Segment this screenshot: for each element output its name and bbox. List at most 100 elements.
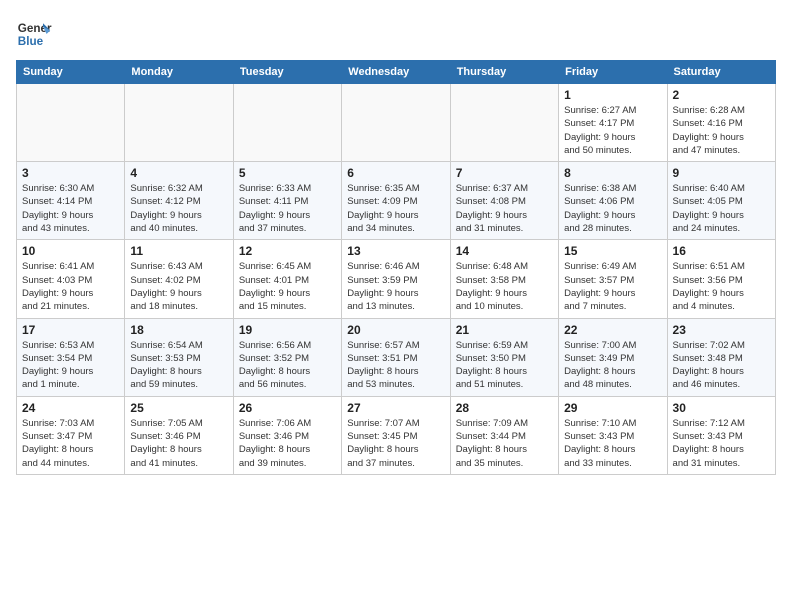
calendar-cell: 19 Sunrise: 6:56 AM Sunset: 3:52 PM Dayli… (233, 318, 341, 396)
calendar-cell (450, 84, 558, 162)
calendar-cell: 26 Sunrise: 7:06 AM Sunset: 3:46 PM Dayli… (233, 396, 341, 474)
day-info: Sunrise: 6:45 AM Sunset: 4:01 PM Dayligh… (239, 260, 336, 313)
calendar-cell: 24 Sunrise: 7:03 AM Sunset: 3:47 PM Dayli… (17, 396, 125, 474)
col-header-friday: Friday (559, 61, 667, 84)
day-number: 11 (130, 244, 227, 258)
day-number: 22 (564, 323, 661, 337)
calendar-cell: 4Sunrise: 6:32 AM Sunset: 4:12 PM Daylig… (125, 162, 233, 240)
day-number: 26 (239, 401, 336, 415)
calendar-cell: 8Sunrise: 6:38 AM Sunset: 4:06 PM Daylig… (559, 162, 667, 240)
day-number: 19 (239, 323, 336, 337)
calendar-cell: 1Sunrise: 6:27 AM Sunset: 4:17 PM Daylig… (559, 84, 667, 162)
day-info: Sunrise: 7:03 AM Sunset: 3:47 PM Dayligh… (22, 417, 119, 470)
day-number: 2 (673, 88, 770, 102)
calendar-cell: 2 Sunrise: 6:28 AM Sunset: 4:16 PM Daylig… (667, 84, 775, 162)
logo-icon: General Blue (16, 16, 52, 52)
calendar-cell: 25Sunrise: 7:05 AM Sunset: 3:46 PM Dayli… (125, 396, 233, 474)
day-number: 20 (347, 323, 444, 337)
day-number: 7 (456, 166, 553, 180)
svg-text:Blue: Blue (18, 35, 44, 48)
calendar-cell: 27Sunrise: 7:07 AM Sunset: 3:45 PM Dayli… (342, 396, 450, 474)
calendar-cell: 28 Sunrise: 7:09 AM Sunset: 3:44 PM Dayli… (450, 396, 558, 474)
day-number: 28 (456, 401, 553, 415)
calendar-cell: 7Sunrise: 6:37 AM Sunset: 4:08 PM Daylig… (450, 162, 558, 240)
day-info: Sunrise: 6:59 AM Sunset: 3:50 PM Dayligh… (456, 339, 553, 392)
calendar-cell: 3 Sunrise: 6:30 AM Sunset: 4:14 PM Daylig… (17, 162, 125, 240)
day-info: Sunrise: 6:28 AM Sunset: 4:16 PM Dayligh… (673, 104, 770, 157)
day-info: Sunrise: 7:06 AM Sunset: 3:46 PM Dayligh… (239, 417, 336, 470)
calendar-cell: 6Sunrise: 6:35 AM Sunset: 4:09 PM Daylig… (342, 162, 450, 240)
day-info: Sunrise: 7:12 AM Sunset: 3:43 PM Dayligh… (673, 417, 770, 470)
day-number: 9 (673, 166, 770, 180)
calendar-cell: 15 Sunrise: 6:49 AM Sunset: 3:57 PM Dayli… (559, 240, 667, 318)
day-info: Sunrise: 6:53 AM Sunset: 3:54 PM Dayligh… (22, 339, 119, 392)
day-number: 3 (22, 166, 119, 180)
day-number: 14 (456, 244, 553, 258)
day-number: 17 (22, 323, 119, 337)
calendar-cell (125, 84, 233, 162)
day-number: 1 (564, 88, 661, 102)
calendar: SundayMondayTuesdayWednesdayThursdayFrid… (16, 60, 776, 475)
day-number: 23 (673, 323, 770, 337)
week-row-4: 24 Sunrise: 7:03 AM Sunset: 3:47 PM Dayli… (17, 396, 776, 474)
day-info: Sunrise: 6:57 AM Sunset: 3:51 PM Dayligh… (347, 339, 444, 392)
calendar-cell: 11 Sunrise: 6:43 AM Sunset: 4:02 PM Dayli… (125, 240, 233, 318)
day-number: 24 (22, 401, 119, 415)
day-number: 21 (456, 323, 553, 337)
day-info: Sunrise: 6:38 AM Sunset: 4:06 PM Dayligh… (564, 182, 661, 235)
day-number: 12 (239, 244, 336, 258)
calendar-cell (17, 84, 125, 162)
day-info: Sunrise: 6:35 AM Sunset: 4:09 PM Dayligh… (347, 182, 444, 235)
col-header-tuesday: Tuesday (233, 61, 341, 84)
calendar-cell: 10Sunrise: 6:41 AM Sunset: 4:03 PM Dayli… (17, 240, 125, 318)
week-row-1: 3 Sunrise: 6:30 AM Sunset: 4:14 PM Daylig… (17, 162, 776, 240)
day-info: Sunrise: 6:51 AM Sunset: 3:56 PM Dayligh… (673, 260, 770, 313)
day-info: Sunrise: 6:49 AM Sunset: 3:57 PM Dayligh… (564, 260, 661, 313)
week-row-0: 1Sunrise: 6:27 AM Sunset: 4:17 PM Daylig… (17, 84, 776, 162)
calendar-cell: 17 Sunrise: 6:53 AM Sunset: 3:54 PM Dayli… (17, 318, 125, 396)
day-info: Sunrise: 6:48 AM Sunset: 3:58 PM Dayligh… (456, 260, 553, 313)
day-number: 27 (347, 401, 444, 415)
calendar-cell: 29Sunrise: 7:10 AM Sunset: 3:43 PM Dayli… (559, 396, 667, 474)
day-info: Sunrise: 7:02 AM Sunset: 3:48 PM Dayligh… (673, 339, 770, 392)
day-info: Sunrise: 6:33 AM Sunset: 4:11 PM Dayligh… (239, 182, 336, 235)
col-header-wednesday: Wednesday (342, 61, 450, 84)
day-number: 30 (673, 401, 770, 415)
calendar-cell (342, 84, 450, 162)
col-header-sunday: Sunday (17, 61, 125, 84)
day-info: Sunrise: 6:43 AM Sunset: 4:02 PM Dayligh… (130, 260, 227, 313)
calendar-cell: 18 Sunrise: 6:54 AM Sunset: 3:53 PM Dayli… (125, 318, 233, 396)
day-info: Sunrise: 7:10 AM Sunset: 3:43 PM Dayligh… (564, 417, 661, 470)
week-row-3: 17 Sunrise: 6:53 AM Sunset: 3:54 PM Dayli… (17, 318, 776, 396)
day-info: Sunrise: 7:09 AM Sunset: 3:44 PM Dayligh… (456, 417, 553, 470)
header: General Blue (16, 16, 776, 52)
calendar-cell: 23 Sunrise: 7:02 AM Sunset: 3:48 PM Dayli… (667, 318, 775, 396)
day-info: Sunrise: 6:54 AM Sunset: 3:53 PM Dayligh… (130, 339, 227, 392)
logo: General Blue (16, 16, 52, 52)
day-number: 25 (130, 401, 227, 415)
calendar-cell: 12 Sunrise: 6:45 AM Sunset: 4:01 PM Dayli… (233, 240, 341, 318)
day-number: 16 (673, 244, 770, 258)
calendar-cell: 13 Sunrise: 6:46 AM Sunset: 3:59 PM Dayli… (342, 240, 450, 318)
day-info: Sunrise: 6:40 AM Sunset: 4:05 PM Dayligh… (673, 182, 770, 235)
col-header-thursday: Thursday (450, 61, 558, 84)
day-number: 4 (130, 166, 227, 180)
day-info: Sunrise: 6:56 AM Sunset: 3:52 PM Dayligh… (239, 339, 336, 392)
calendar-header-row: SundayMondayTuesdayWednesdayThursdayFrid… (17, 61, 776, 84)
day-number: 10 (22, 244, 119, 258)
day-number: 5 (239, 166, 336, 180)
day-number: 15 (564, 244, 661, 258)
day-info: Sunrise: 6:46 AM Sunset: 3:59 PM Dayligh… (347, 260, 444, 313)
day-number: 18 (130, 323, 227, 337)
calendar-cell: 14 Sunrise: 6:48 AM Sunset: 3:58 PM Dayli… (450, 240, 558, 318)
calendar-cell: 21 Sunrise: 6:59 AM Sunset: 3:50 PM Dayli… (450, 318, 558, 396)
day-number: 13 (347, 244, 444, 258)
day-info: Sunrise: 6:30 AM Sunset: 4:14 PM Dayligh… (22, 182, 119, 235)
calendar-cell: 9 Sunrise: 6:40 AM Sunset: 4:05 PM Daylig… (667, 162, 775, 240)
col-header-monday: Monday (125, 61, 233, 84)
calendar-cell (233, 84, 341, 162)
day-info: Sunrise: 7:00 AM Sunset: 3:49 PM Dayligh… (564, 339, 661, 392)
calendar-cell: 30 Sunrise: 7:12 AM Sunset: 3:43 PM Dayli… (667, 396, 775, 474)
calendar-cell: 5 Sunrise: 6:33 AM Sunset: 4:11 PM Daylig… (233, 162, 341, 240)
calendar-cell: 22 Sunrise: 7:00 AM Sunset: 3:49 PM Dayli… (559, 318, 667, 396)
